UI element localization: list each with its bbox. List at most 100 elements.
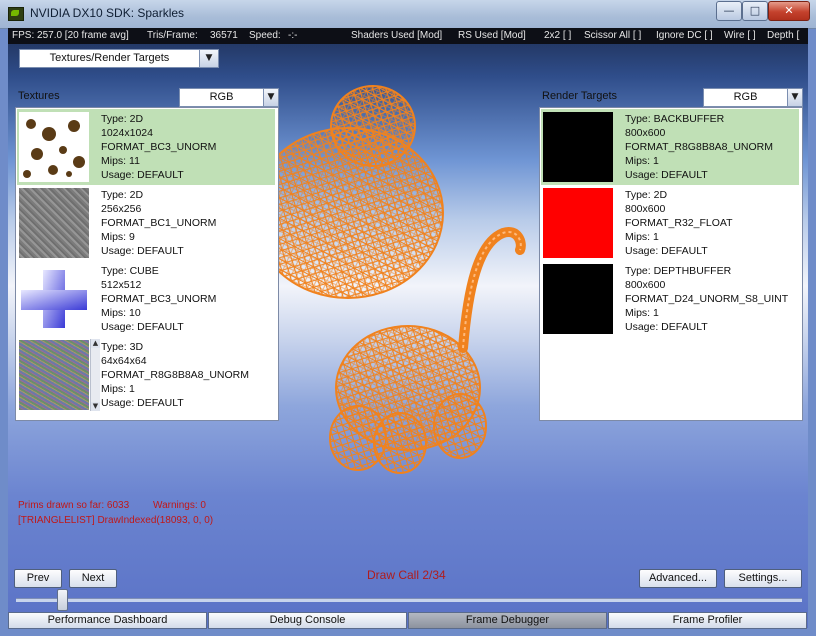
depth-toggle[interactable]: Depth [ [767,28,799,43]
render-target-thumbnail [543,188,613,258]
texture-thumbnail [19,112,89,182]
texture-meta: Type: CUBE 512x512 FORMAT_BC3_UNORM Mips… [101,264,216,334]
prev-button[interactable]: Prev [14,569,62,588]
grid-toggle[interactable]: 2x2 [ ] [544,28,571,43]
textures-label: Textures [18,90,60,102]
render-target-usage: Usage: DEFAULT [625,321,708,333]
speed-value: -:- [288,30,298,41]
render-target-size: 800x600 [625,279,666,291]
settings-button[interactable]: Settings... [724,569,802,588]
render-target-type: Type: BACKBUFFER [625,113,725,125]
render-target-meta: Type: 2D 800x600 FORMAT_R32_FLOAT Mips: … [625,188,733,258]
shaders-toggle[interactable]: Shaders Used [Mod] [351,28,442,43]
texture-type: Type: 2D [101,189,144,201]
texture-item[interactable]: Type: 2D 256x256 FORMAT_BC1_UNORM Mips: … [17,185,275,261]
fps-readout: FPS: 257.0 [20 frame avg] [12,30,129,41]
render-target-type: Type: DEPTHBUFFER [625,265,732,277]
render-target-meta: Type: DEPTHBUFFER 800x600 FORMAT_D24_UNO… [625,264,788,334]
render-target-usage: Usage: DEFAULT [625,169,708,181]
nvidia-logo-icon [8,7,24,21]
scroll-down-icon[interactable]: ▼ [91,402,100,411]
textures-channel-select[interactable]: RGB [179,88,264,107]
minimize-button[interactable]: — [716,1,742,21]
prims-drawn-text: Prims drawn so far: 6033 [18,500,130,511]
scroll-up-icon[interactable]: ▲ [91,339,100,348]
next-button[interactable]: Next [69,569,117,588]
render-target-mips: Mips: 1 [625,231,659,243]
speed-label: Speed: [249,30,281,41]
render-target-size: 800x600 [625,127,666,139]
texture-thumbnail [19,340,89,410]
tab-performance-dashboard[interactable]: Performance Dashboard [8,612,207,629]
chevron-down-icon[interactable]: ▼ [787,88,803,107]
textures-scrollbar[interactable]: ▲ ▼ [90,339,100,411]
texture-size: 64x64x64 [101,355,147,367]
render-target-mips: Mips: 1 [625,155,659,167]
texture-meta: Type: 3D 64x64x64 FORMAT_R8G8B8A8_UNORM … [101,340,249,410]
texture-thumbnail [19,264,89,334]
texture-item[interactable]: Type: 3D 64x64x64 FORMAT_R8G8B8A8_UNORM … [17,337,275,413]
view-mode-select[interactable]: Textures/Render Targets [19,49,200,68]
texture-size: 1024x1024 [101,127,153,139]
tab-debug-console[interactable]: Debug Console [208,612,407,629]
render-target-item[interactable]: Type: DEPTHBUFFER 800x600 FORMAT_D24_UNO… [541,261,799,337]
texture-usage: Usage: DEFAULT [101,321,184,333]
advanced-button[interactable]: Advanced... [639,569,717,588]
texture-usage: Usage: DEFAULT [101,169,184,181]
texture-mips: Mips: 11 [101,155,140,167]
render-target-usage: Usage: DEFAULT [625,245,708,257]
tab-frame-debugger[interactable]: Frame Debugger [408,612,607,629]
texture-mips: Mips: 9 [101,231,135,243]
render-targets-list[interactable]: Type: BACKBUFFER 800x600 FORMAT_R8G8B8A8… [539,107,803,421]
texture-mips: Mips: 10 [101,307,141,319]
texture-usage: Usage: DEFAULT [101,397,184,409]
render-target-size: 800x600 [625,203,666,215]
texture-item[interactable]: Type: 2D 1024x1024 FORMAT_BC3_UNORM Mips… [17,109,275,185]
status-bar: FPS: 257.0 [20 frame avg] Tris/Frame: 36… [8,28,808,44]
render-target-format: FORMAT_R8G8B8A8_UNORM [625,141,774,153]
render-target-thumbnail [543,112,613,182]
tris-label: Tris/Frame: [147,30,198,41]
close-button[interactable]: ✕ [768,1,810,21]
chevron-down-icon[interactable]: ▼ [199,49,219,68]
draw-call-counter: Draw Call 2/34 [367,568,446,582]
ignore-dc-toggle[interactable]: Ignore DC [ ] [656,28,713,43]
draw-call-slider-handle[interactable] [57,589,68,611]
tris-value: 36571 [210,30,238,41]
render-target-format: FORMAT_R32_FLOAT [625,217,733,229]
draw-call-slider[interactable] [16,598,802,602]
render-target-mips: Mips: 1 [625,307,659,319]
textures-list[interactable]: Type: 2D 1024x1024 FORMAT_BC3_UNORM Mips… [15,107,279,421]
maximize-button[interactable]: □ [742,1,768,21]
texture-thumbnail [19,188,89,258]
texture-item[interactable]: Type: CUBE 512x512 FORMAT_BC3_UNORM Mips… [17,261,275,337]
render-target-meta: Type: BACKBUFFER 800x600 FORMAT_R8G8B8A8… [625,112,773,182]
chevron-down-icon[interactable]: ▼ [263,88,279,107]
texture-type: Type: 3D [101,341,144,353]
render-target-item[interactable]: Type: BACKBUFFER 800x600 FORMAT_R8G8B8A8… [541,109,799,185]
texture-format: FORMAT_R8G8B8A8_UNORM [101,369,250,381]
texture-type: Type: 2D [101,113,144,125]
texture-size: 256x256 [101,203,142,215]
texture-usage: Usage: DEFAULT [101,245,184,257]
render-target-thumbnail [543,264,613,334]
title-bar: NVIDIA DX10 SDK: Sparkles — □ ✕ [0,0,816,29]
texture-format: FORMAT_BC3_UNORM [101,293,217,305]
texture-format: FORMAT_BC3_UNORM [101,141,217,153]
model-tail [458,227,526,353]
texture-type: Type: CUBE [101,265,159,277]
render-targets-label: Render Targets [542,90,618,102]
render-targets-channel-select[interactable]: RGB [703,88,788,107]
render-target-item[interactable]: Type: 2D 800x600 FORMAT_R32_FLOAT Mips: … [541,185,799,261]
window-title: NVIDIA DX10 SDK: Sparkles [30,6,185,20]
tab-frame-profiler[interactable]: Frame Profiler [608,612,807,629]
render-target-format: FORMAT_D24_UNORM_S8_UINT [625,293,789,305]
draw-call-command-text: [TRIANGLELIST] DrawIndexed(18093, 0, 0) [18,515,214,526]
texture-meta: Type: 2D 256x256 FORMAT_BC1_UNORM Mips: … [101,188,216,258]
texture-meta: Type: 2D 1024x1024 FORMAT_BC3_UNORM Mips… [101,112,216,182]
scissor-toggle[interactable]: Scissor All [ ] [584,28,641,43]
texture-size: 512x512 [101,279,142,291]
rs-toggle[interactable]: RS Used [Mod] [458,28,526,43]
wire-toggle[interactable]: Wire [ ] [724,28,756,43]
texture-format: FORMAT_BC1_UNORM [101,217,217,229]
